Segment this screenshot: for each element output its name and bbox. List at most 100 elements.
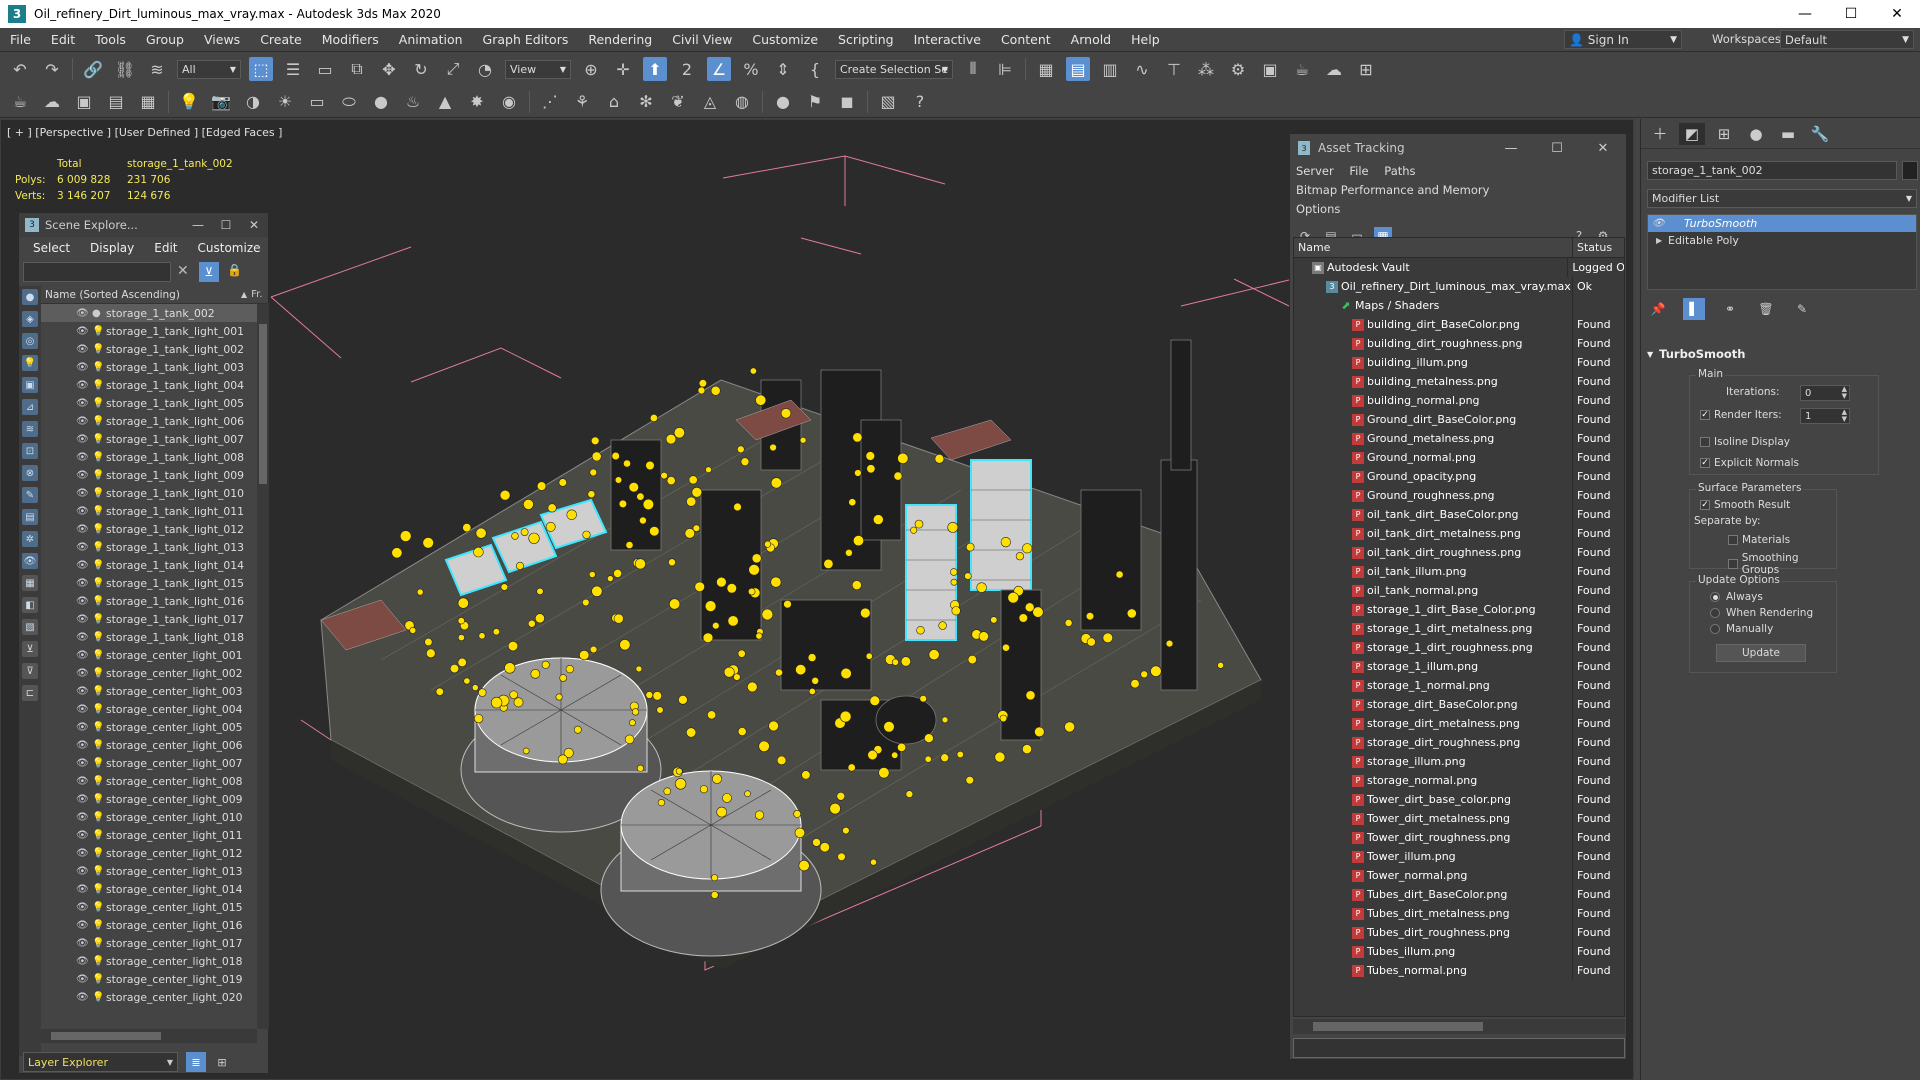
undo-icon[interactable]: ↶	[8, 57, 32, 81]
visibility-eye-icon[interactable]: 👁	[76, 668, 89, 679]
percent-snap-icon[interactable]: %	[739, 57, 763, 81]
mirror-icon[interactable]: ⫴	[961, 57, 985, 81]
toggle-scene-explorer-icon[interactable]: ▦	[1034, 57, 1058, 81]
clear-search-icon[interactable]: ✕	[177, 263, 189, 279]
asset-row[interactable]: P Ground_normal.png Found	[1294, 448, 1624, 467]
sun-icon[interactable]: ✸	[465, 90, 489, 114]
visibility-eye-icon[interactable]: 👁	[76, 398, 89, 409]
visibility-eye-icon[interactable]: 👁	[76, 488, 89, 499]
pin-stack-icon[interactable]: 📌	[1647, 298, 1669, 320]
se-menu-display[interactable]: Display	[90, 241, 134, 255]
visibility-eye-icon[interactable]: 👁	[76, 704, 89, 715]
visibility-eye-icon[interactable]: 👁	[76, 326, 89, 337]
scene-object-row[interactable]: 👁 💡 storage_1_tank_light_007	[41, 430, 257, 448]
scene-object-row[interactable]: 👁 💡 storage_1_tank_light_009	[41, 466, 257, 484]
scene-object-row[interactable]: 👁 💡 storage_1_tank_light_012	[41, 520, 257, 538]
visibility-eye-icon[interactable]: 👁	[76, 740, 89, 751]
display-shapes-icon[interactable]: ◎	[22, 333, 38, 349]
ambient-light-icon[interactable]: ▲	[433, 90, 457, 114]
scene-object-row[interactable]: 👁 💡 storage_1_tank_light_005	[41, 394, 257, 412]
smooth-result-checkbox[interactable]: ✓ Smooth Result	[1700, 499, 1790, 511]
iterations-spinner[interactable]: 0 ▲ ▼	[1800, 385, 1850, 401]
proxy-icon[interactable]: ⋰	[538, 90, 562, 114]
rectangular-selection-icon[interactable]: ▭	[313, 57, 337, 81]
asset-tracking-titlebar[interactable]: 3 Asset Tracking — ☐ ✕	[1290, 134, 1626, 162]
select-object-icon[interactable]: ⬚	[249, 57, 273, 81]
scene-object-row[interactable]: 👁 💡 storage_center_light_017	[41, 934, 257, 952]
scene-object-row[interactable]: 👁 💡 storage_1_tank_light_011	[41, 502, 257, 520]
scene-object-row[interactable]: 👁 ● storage_1_tank_002	[41, 304, 257, 322]
scene-object-row[interactable]: 👁 💡 storage_1_tank_light_008	[41, 448, 257, 466]
visibility-eye-icon[interactable]: 👁	[76, 902, 89, 913]
display-frozen-icon[interactable]: ✲	[22, 531, 38, 547]
expand-icon[interactable]: ▶	[1652, 236, 1668, 245]
maximize-icon[interactable]: ☐	[212, 213, 240, 237]
frame-buffer-icon[interactable]: ▣	[72, 90, 96, 114]
schematic-view-icon[interactable]: ⊤	[1162, 57, 1186, 81]
asset-row[interactable]: P Ground_roughness.png Found	[1294, 486, 1624, 505]
scene-object-row[interactable]: 👁 💡 storage_1_tank_light_018	[41, 628, 257, 646]
light-lister-icon[interactable]: 💡	[177, 90, 201, 114]
ies-light-icon[interactable]: ⬭	[337, 90, 361, 114]
scene-object-row[interactable]: 👁 💡 storage_center_light_016	[41, 916, 257, 934]
scene-object-row[interactable]: 👁 💡 storage_center_light_009	[41, 790, 257, 808]
visibility-eye-icon[interactable]: 👁	[76, 416, 89, 427]
update-always-radio[interactable]: Always	[1710, 591, 1763, 603]
cloud-icon[interactable]: ☁	[40, 90, 64, 114]
hfr-icon[interactable]: ◬	[698, 90, 722, 114]
scene-object-row[interactable]: 👁 💡 storage_center_light_002	[41, 664, 257, 682]
column-status[interactable]: Status	[1573, 238, 1612, 257]
scene-object-row[interactable]: 👁 💡 storage_1_tank_light_010	[41, 484, 257, 502]
modify-tab-icon[interactable]: ◩	[1679, 122, 1705, 145]
render-production-icon[interactable]: ☕	[1290, 57, 1314, 81]
scene-object-row[interactable]: 👁 💡 storage_1_tank_light_017	[41, 610, 257, 628]
select-manipulate-icon[interactable]: ✛	[611, 57, 635, 81]
scene-object-row[interactable]: 👁 💡 storage_center_light_001	[41, 646, 257, 664]
menu-views[interactable]: Views	[194, 32, 250, 47]
asset-row[interactable]: Pstorage_illum.png Found	[1294, 752, 1624, 771]
menu-content[interactable]: Content	[991, 32, 1061, 47]
visibility-eye-icon[interactable]: 👁	[76, 380, 89, 391]
visibility-eye-icon[interactable]: 👁	[76, 506, 89, 517]
spinner-snap-icon[interactable]: ⇕	[771, 57, 795, 81]
align-icon[interactable]: ⊫	[993, 57, 1017, 81]
vfb-icon[interactable]: ◼	[835, 90, 859, 114]
scene-object-row[interactable]: 👁 💡 storage_center_light_003	[41, 682, 257, 700]
angle-snap-icon[interactable]: ∠	[707, 57, 731, 81]
scene-object-row[interactable]: 👁 💡 storage_1_tank_light_006	[41, 412, 257, 430]
display-all-icon[interactable]: ▦	[22, 575, 38, 591]
scene-object-row[interactable]: 👁 💡 storage_1_tank_light_016	[41, 592, 257, 610]
scene-converter-icon[interactable]: ▧	[876, 90, 900, 114]
display-cameras-icon[interactable]: ▣	[22, 377, 38, 393]
asset-row[interactable]: Poil_tank_dirt_roughness.png Found	[1294, 543, 1624, 562]
vray-fur-icon[interactable]: ❦	[666, 90, 690, 114]
update-manually-radio[interactable]: Manually	[1710, 623, 1773, 635]
asset-row[interactable]: P Tower_dirt_base_color.png Found	[1294, 790, 1624, 809]
visibility-eye-icon[interactable]: 👁	[76, 650, 89, 661]
render-iters-spinner[interactable]: 1 ▲ ▼	[1800, 408, 1850, 424]
sky-icon[interactable]: ◉	[497, 90, 521, 114]
asset-row[interactable]: Pstorage_dirt_roughness.png Found	[1294, 733, 1624, 752]
asset-row[interactable]: P Ground_opacity.png Found	[1294, 467, 1624, 486]
visibility-eye-icon[interactable]: 👁	[76, 524, 89, 535]
asset-row[interactable]: Poil_tank_dirt_metalness.png Found	[1294, 524, 1624, 543]
hierarchy-icon[interactable]: ⊞	[212, 1052, 232, 1072]
visibility-eye-icon[interactable]: 👁	[76, 614, 89, 625]
at-menu-server[interactable]: Server	[1296, 162, 1334, 181]
asset-row[interactable]: Pstorage_1_dirt_Base_Color.png Found	[1294, 600, 1624, 619]
visibility-eye-icon[interactable]: 👁	[76, 848, 89, 859]
se-menu-edit[interactable]: Edit	[154, 241, 177, 255]
asset-row[interactable]: P Tubes_illum.png Found	[1294, 942, 1624, 961]
asset-row[interactable]: P Tower_dirt_roughness.png Found	[1294, 828, 1624, 847]
menu-file[interactable]: File	[0, 32, 41, 47]
menu-tools[interactable]: Tools	[85, 32, 136, 47]
minimize-icon[interactable]: —	[1488, 134, 1534, 162]
object-name-field[interactable]: storage_1_tank_002	[1647, 161, 1897, 180]
camera-icon[interactable]: 📷	[209, 90, 233, 114]
menu-create[interactable]: Create	[250, 32, 312, 47]
asset-row[interactable]: Pbuilding_normal.png Found	[1294, 391, 1624, 410]
scene-object-row[interactable]: 👁 💡 storage_center_light_014	[41, 880, 257, 898]
curve-editor-icon[interactable]: ∿	[1130, 57, 1154, 81]
column-name[interactable]: Name	[1294, 238, 1573, 257]
motion-tab-icon[interactable]: ●	[1743, 123, 1769, 145]
